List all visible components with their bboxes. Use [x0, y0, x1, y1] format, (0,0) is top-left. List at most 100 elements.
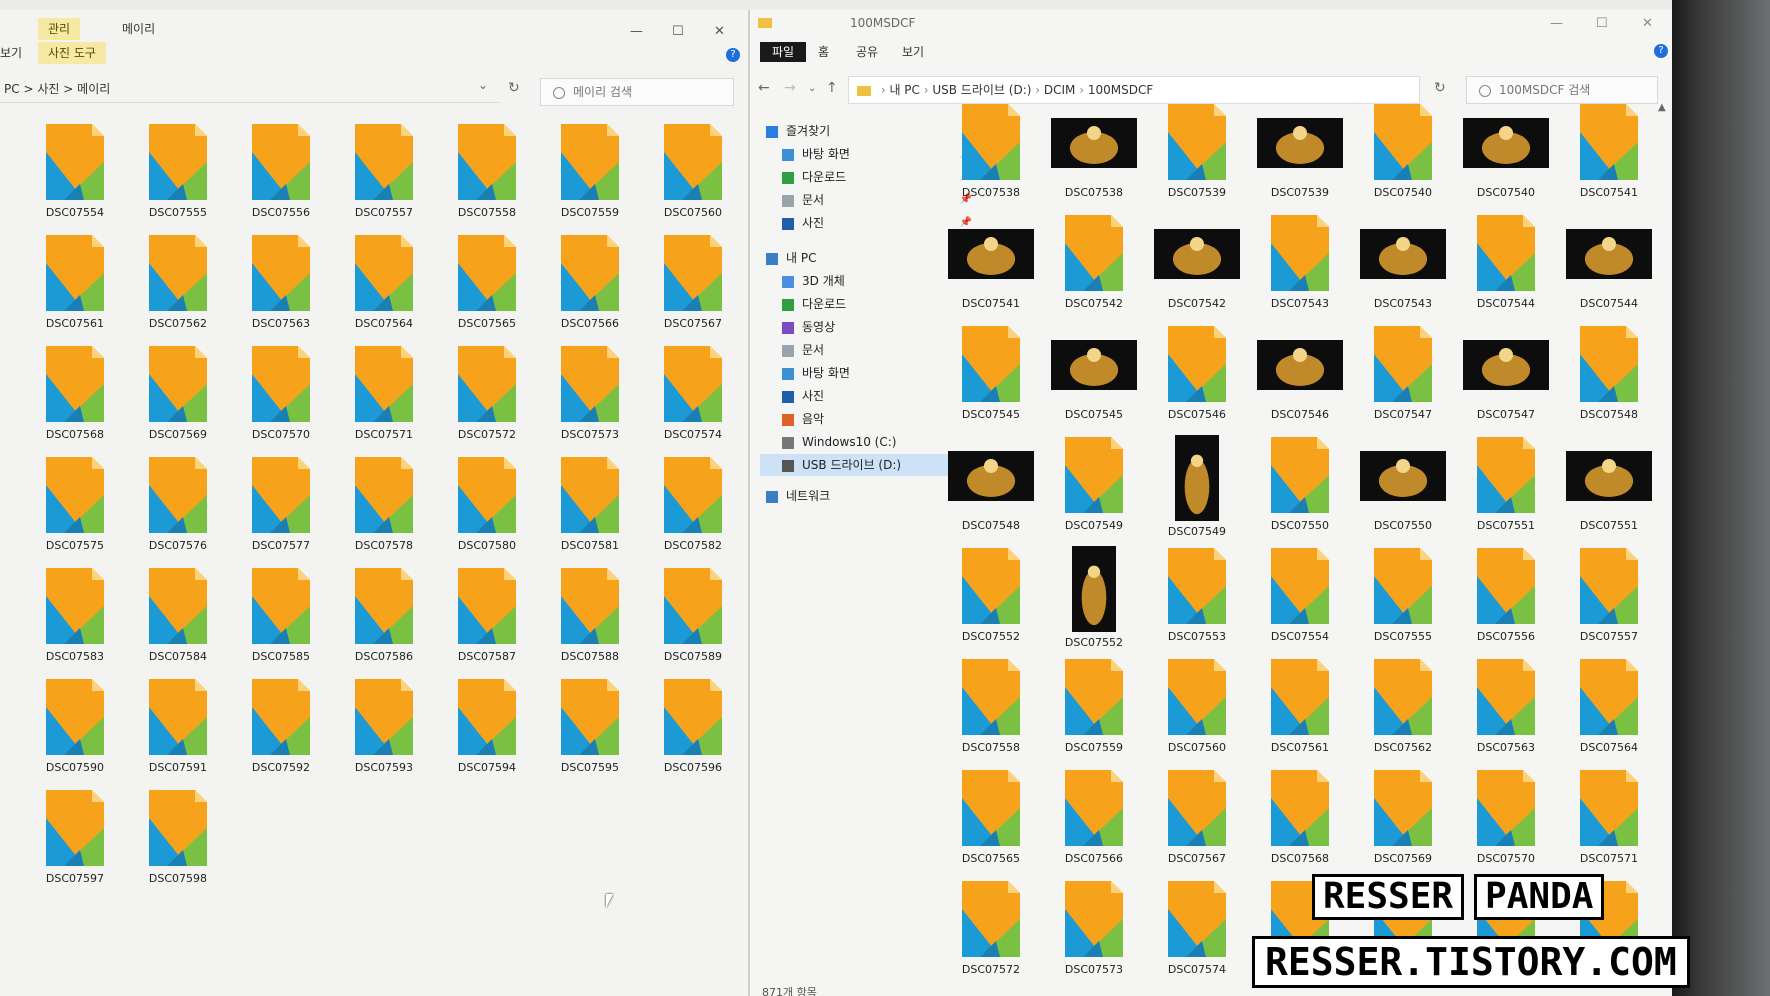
file-item[interactable]: DSC07546	[1249, 324, 1351, 434]
minimize-icon[interactable]: —	[630, 24, 643, 39]
file-item[interactable]: DSC07547	[1352, 324, 1454, 434]
file-item[interactable]: DSC07538	[1043, 102, 1145, 212]
crumb[interactable]: 내 PC	[889, 83, 919, 97]
file-item[interactable]: DSC07559	[1043, 657, 1145, 767]
tab-view[interactable]: 보기	[0, 42, 32, 64]
file-item[interactable]: DSC07565	[442, 233, 532, 343]
file-item[interactable]: DSC07573	[545, 344, 635, 454]
file-item[interactable]: DSC07570	[236, 344, 326, 454]
up-arrow-icon[interactable]: ↑	[826, 80, 838, 96]
file-item[interactable]: DSC07560	[648, 122, 738, 232]
file-item[interactable]: DSC07589	[648, 566, 738, 676]
crumb[interactable]: DCIM	[1044, 83, 1076, 97]
file-item[interactable]: DSC07571	[1558, 768, 1660, 878]
file-item[interactable]: DSC07541	[1558, 102, 1660, 212]
chevron-down-icon[interactable]: ⌄	[478, 78, 488, 92]
file-item[interactable]: DSC07564	[1558, 657, 1660, 767]
file-item[interactable]: DSC07554	[30, 122, 120, 232]
file-item[interactable]: DSC07586	[339, 566, 429, 676]
file-item[interactable]: DSC07591	[133, 677, 223, 787]
file-item[interactable]: DSC07578	[339, 455, 429, 565]
file-item[interactable]: DSC07549	[1043, 435, 1145, 545]
crumb[interactable]: USB 드라이브 (D:)	[932, 83, 1031, 97]
refresh-icon[interactable]: ↻	[508, 80, 520, 96]
file-item[interactable]: DSC07569	[133, 344, 223, 454]
address-bar[interactable]: PC > 사진 > 메이리 ⌄	[0, 74, 500, 103]
close-icon[interactable]: ✕	[1642, 16, 1653, 31]
address-bar[interactable]: › 내 PC › USB 드라이브 (D:) › DCIM › 100MSDCF	[848, 76, 1420, 104]
file-item[interactable]: DSC07553	[1146, 546, 1248, 656]
search-input[interactable]: 100MSDCF 검색	[1466, 76, 1658, 104]
file-item[interactable]: DSC07567	[1146, 768, 1248, 878]
file-item[interactable]: DSC07557	[339, 122, 429, 232]
tab-manage[interactable]: 관리	[38, 18, 81, 40]
maximize-icon[interactable]: ☐	[1596, 16, 1608, 31]
sidebar-item[interactable]: 네트워크	[760, 485, 966, 507]
crumb[interactable]: 100MSDCF	[1088, 83, 1153, 97]
file-item[interactable]: DSC07554	[1249, 546, 1351, 656]
file-item[interactable]: DSC07542	[1146, 213, 1248, 323]
file-item[interactable]: DSC07548	[1558, 324, 1660, 434]
file-item[interactable]: DSC07590	[30, 677, 120, 787]
file-item[interactable]: DSC07588	[545, 566, 635, 676]
file-item[interactable]: DSC07573	[1043, 879, 1145, 989]
sidebar-item[interactable]: 즐겨찾기	[760, 120, 966, 142]
file-item[interactable]: DSC07585	[236, 566, 326, 676]
file-item[interactable]: DSC07571	[339, 344, 429, 454]
scroll-up-icon[interactable]: ▲	[1658, 102, 1666, 113]
file-item[interactable]: DSC07568	[30, 344, 120, 454]
file-item[interactable]: DSC07561	[30, 233, 120, 343]
file-item[interactable]: DSC07559	[545, 122, 635, 232]
file-item[interactable]: DSC07551	[1455, 435, 1557, 545]
file-item[interactable]: DSC07574	[648, 344, 738, 454]
refresh-icon[interactable]: ↻	[1434, 80, 1446, 96]
file-item[interactable]: DSC07569	[1352, 768, 1454, 878]
file-item[interactable]: DSC07598	[133, 788, 223, 898]
file-item[interactable]: DSC07545	[940, 324, 1042, 434]
crumb-pictures[interactable]: 사진	[37, 82, 59, 96]
file-item[interactable]: DSC07561	[1249, 657, 1351, 767]
file-item[interactable]: DSC07556	[236, 122, 326, 232]
file-item[interactable]: DSC07541	[940, 213, 1042, 323]
file-item[interactable]: DSC07587	[442, 566, 532, 676]
file-item[interactable]: DSC07582	[648, 455, 738, 565]
help-icon[interactable]: ?	[1654, 44, 1668, 58]
file-item[interactable]: DSC07577	[236, 455, 326, 565]
file-item[interactable]: DSC07562	[1352, 657, 1454, 767]
file-item[interactable]: DSC07593	[339, 677, 429, 787]
file-item[interactable]: DSC07563	[1455, 657, 1557, 767]
file-item[interactable]: DSC07572	[442, 344, 532, 454]
file-item[interactable]: DSC07558	[940, 657, 1042, 767]
file-item[interactable]: DSC07592	[236, 677, 326, 787]
file-item[interactable]: DSC07552	[940, 546, 1042, 656]
scrollbar[interactable]: ▲	[1658, 102, 1668, 982]
file-item[interactable]: DSC07595	[545, 677, 635, 787]
file-item[interactable]: DSC07543	[1352, 213, 1454, 323]
file-item[interactable]: DSC07546	[1146, 324, 1248, 434]
close-icon[interactable]: ✕	[714, 24, 725, 39]
file-item[interactable]: DSC07556	[1455, 546, 1557, 656]
file-item[interactable]: DSC07580	[442, 455, 532, 565]
file-item[interactable]: DSC07568	[1249, 768, 1351, 878]
file-item[interactable]: DSC07596	[648, 677, 738, 787]
file-item[interactable]: DSC07540	[1455, 102, 1557, 212]
file-item[interactable]: DSC07540	[1352, 102, 1454, 212]
file-item[interactable]: DSC07563	[236, 233, 326, 343]
sidebar-item[interactable]: 내 PC	[760, 247, 966, 269]
file-item[interactable]: DSC07551	[1558, 435, 1660, 545]
file-item[interactable]: DSC07542	[1043, 213, 1145, 323]
file-item[interactable]: DSC07543	[1249, 213, 1351, 323]
file-item[interactable]: DSC07597	[30, 788, 120, 898]
file-item[interactable]: DSC07567	[648, 233, 738, 343]
file-item[interactable]: DSC07539	[1146, 102, 1248, 212]
file-item[interactable]: DSC07550	[1352, 435, 1454, 545]
file-item[interactable]: DSC07549	[1146, 435, 1248, 545]
tab-1[interactable]: 홈	[806, 42, 841, 62]
minimize-icon[interactable]: —	[1550, 16, 1563, 31]
forward-arrow-icon[interactable]: →	[784, 80, 796, 96]
file-item[interactable]: DSC07547	[1455, 324, 1557, 434]
file-item[interactable]: DSC07560	[1146, 657, 1248, 767]
file-item[interactable]: DSC07574	[1146, 879, 1248, 989]
help-icon[interactable]: ?	[726, 48, 740, 62]
file-item[interactable]: DSC07584	[133, 566, 223, 676]
